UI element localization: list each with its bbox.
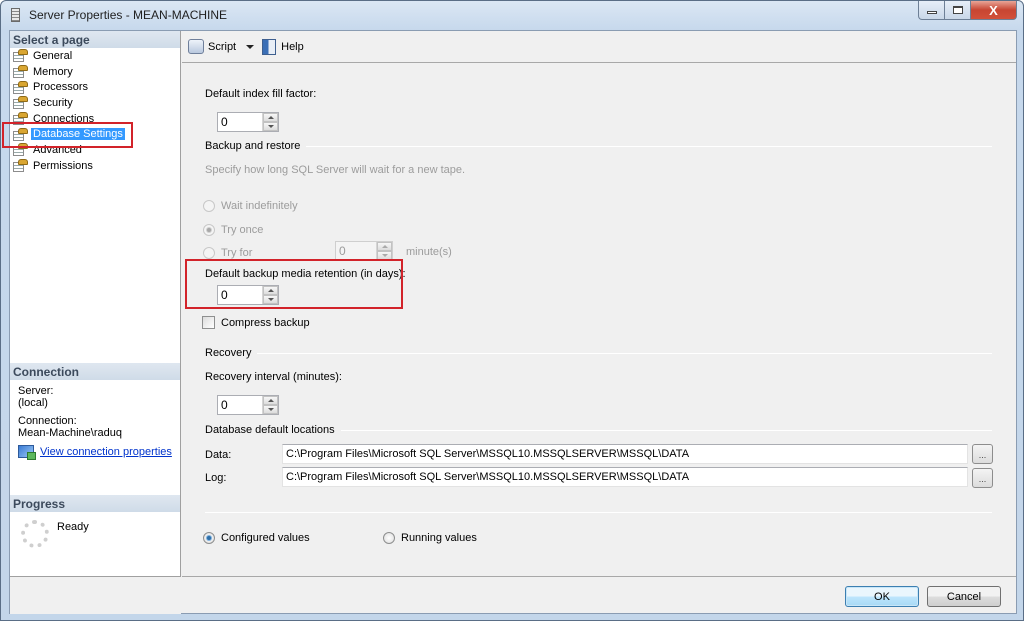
sidebar-item-database-settings[interactable]: Database Settings: [13, 126, 180, 142]
script-dropdown-icon[interactable]: [246, 44, 255, 49]
title-bar[interactable]: Server Properties - MEAN-MACHINE X: [1, 1, 1023, 29]
try-for-radio[interactable]: Try for: [203, 247, 252, 259]
fill-factor-stepper[interactable]: [217, 112, 279, 132]
page-settings-icon: [13, 143, 29, 157]
minimize-icon: [926, 11, 937, 14]
data-path-input[interactable]: [282, 444, 968, 464]
left-footer: [10, 576, 181, 614]
cancel-button[interactable]: Cancel: [927, 586, 1001, 607]
page-settings-icon: [13, 96, 29, 110]
backup-retention-stepper[interactable]: [217, 285, 279, 305]
running-values-radio[interactable]: Running values: [383, 532, 477, 544]
close-button[interactable]: X: [971, 1, 1017, 20]
recovery-group: Recovery: [205, 347, 992, 359]
page-settings-icon: [13, 127, 29, 141]
spin-down-icon[interactable]: [263, 295, 278, 304]
connection-properties-icon: [18, 445, 36, 460]
database-settings-page: Default index fill factor: Backup and re…: [182, 64, 1016, 576]
dialog-button-bar: OK Cancel: [182, 576, 1016, 614]
spin-up-icon[interactable]: [263, 286, 278, 295]
minimize-button[interactable]: [918, 1, 945, 20]
try-for-unit: minute(s): [406, 246, 452, 258]
log-path-label: Log:: [205, 472, 227, 484]
log-path-browse-button[interactable]: ...: [972, 468, 993, 488]
log-path-input[interactable]: [282, 467, 968, 487]
backup-retention-input[interactable]: [218, 286, 262, 304]
recovery-interval-stepper[interactable]: [217, 395, 279, 415]
window-controls: X: [918, 1, 1017, 21]
progress-header: Progress: [10, 495, 180, 512]
ok-button[interactable]: OK: [845, 586, 919, 607]
sidebar-item-security[interactable]: Security: [13, 95, 180, 111]
spin-up-icon[interactable]: [263, 113, 278, 122]
script-button[interactable]: Script: [188, 39, 236, 54]
backup-retention-label: Default backup media retention (in days)…: [205, 268, 406, 280]
spin-down-icon[interactable]: [263, 122, 278, 131]
page-settings-icon: [13, 80, 29, 94]
sidebar-item-connections[interactable]: Connections: [13, 111, 180, 127]
sidebar-item-processors[interactable]: Processors: [13, 79, 180, 95]
page-settings-icon: [13, 49, 29, 63]
progress-section: Progress Ready: [10, 495, 180, 572]
close-icon: X: [989, 2, 998, 18]
wait-indefinitely-radio[interactable]: Wait indefinitely: [203, 200, 298, 212]
spin-up-icon[interactable]: [263, 396, 278, 405]
recovery-interval-input[interactable]: [218, 396, 262, 414]
maximize-icon: [952, 6, 963, 14]
spin-down-icon[interactable]: [377, 251, 392, 260]
fill-factor-label: Default index fill factor:: [205, 88, 317, 100]
spin-down-icon[interactable]: [263, 405, 278, 414]
page-settings-icon: [13, 65, 29, 79]
backup-restore-group: Backup and restore: [205, 140, 992, 152]
page-settings-icon: [13, 112, 29, 126]
compress-backup-checkbox[interactable]: Compress backup: [202, 316, 310, 329]
connection-section: Connection Server: (local) Connection: M…: [10, 363, 180, 463]
connection-value: Mean-Machine\raduq: [18, 427, 122, 439]
backup-description: Specify how long SQL Server will wait fo…: [205, 164, 466, 176]
server-properties-window: Server Properties - MEAN-MACHINE X Selec…: [0, 0, 1024, 621]
default-locations-group: Database default locations: [205, 424, 992, 436]
script-icon: [188, 39, 204, 54]
fill-factor-input[interactable]: [218, 113, 262, 131]
dialog-client-area: Select a page General Memory Processors …: [9, 30, 1017, 614]
data-path-label: Data:: [205, 449, 232, 461]
window-title: Server Properties - MEAN-MACHINE: [29, 8, 228, 22]
sidebar-item-advanced[interactable]: Advanced: [13, 142, 180, 158]
data-path-browse-button[interactable]: ...: [972, 444, 993, 464]
sidebar-item-general[interactable]: General: [13, 48, 180, 64]
server-value: (local): [18, 397, 48, 409]
connection-header: Connection: [10, 363, 180, 380]
view-connection-properties-link[interactable]: View connection properties: [40, 446, 172, 458]
values-divider: [205, 512, 992, 513]
left-panel: Select a page General Memory Processors …: [10, 31, 181, 576]
spin-up-icon[interactable]: [377, 242, 392, 251]
sidebar-item-memory[interactable]: Memory: [13, 64, 180, 80]
select-page-header: Select a page: [10, 31, 180, 48]
try-for-stepper[interactable]: [335, 241, 393, 261]
progress-status: Ready: [57, 521, 89, 533]
page-list: General Memory Processors Security Conne…: [10, 48, 180, 174]
server-label: Server:: [18, 385, 54, 397]
toolbar: Script Help: [182, 31, 1016, 63]
try-for-input[interactable]: [336, 242, 376, 260]
recovery-interval-label: Recovery interval (minutes):: [205, 371, 342, 383]
progress-spinner-icon: [21, 520, 49, 548]
maximize-button[interactable]: [945, 1, 971, 20]
connection-label: Connection:: [18, 415, 77, 427]
help-icon: [262, 38, 277, 55]
configured-values-radio[interactable]: Configured values: [203, 532, 310, 544]
server-icon: [11, 8, 20, 22]
help-button[interactable]: Help: [262, 38, 304, 55]
sidebar-item-permissions[interactable]: Permissions: [13, 158, 180, 174]
page-settings-icon: [13, 159, 29, 173]
try-once-radio[interactable]: Try once: [203, 224, 263, 236]
